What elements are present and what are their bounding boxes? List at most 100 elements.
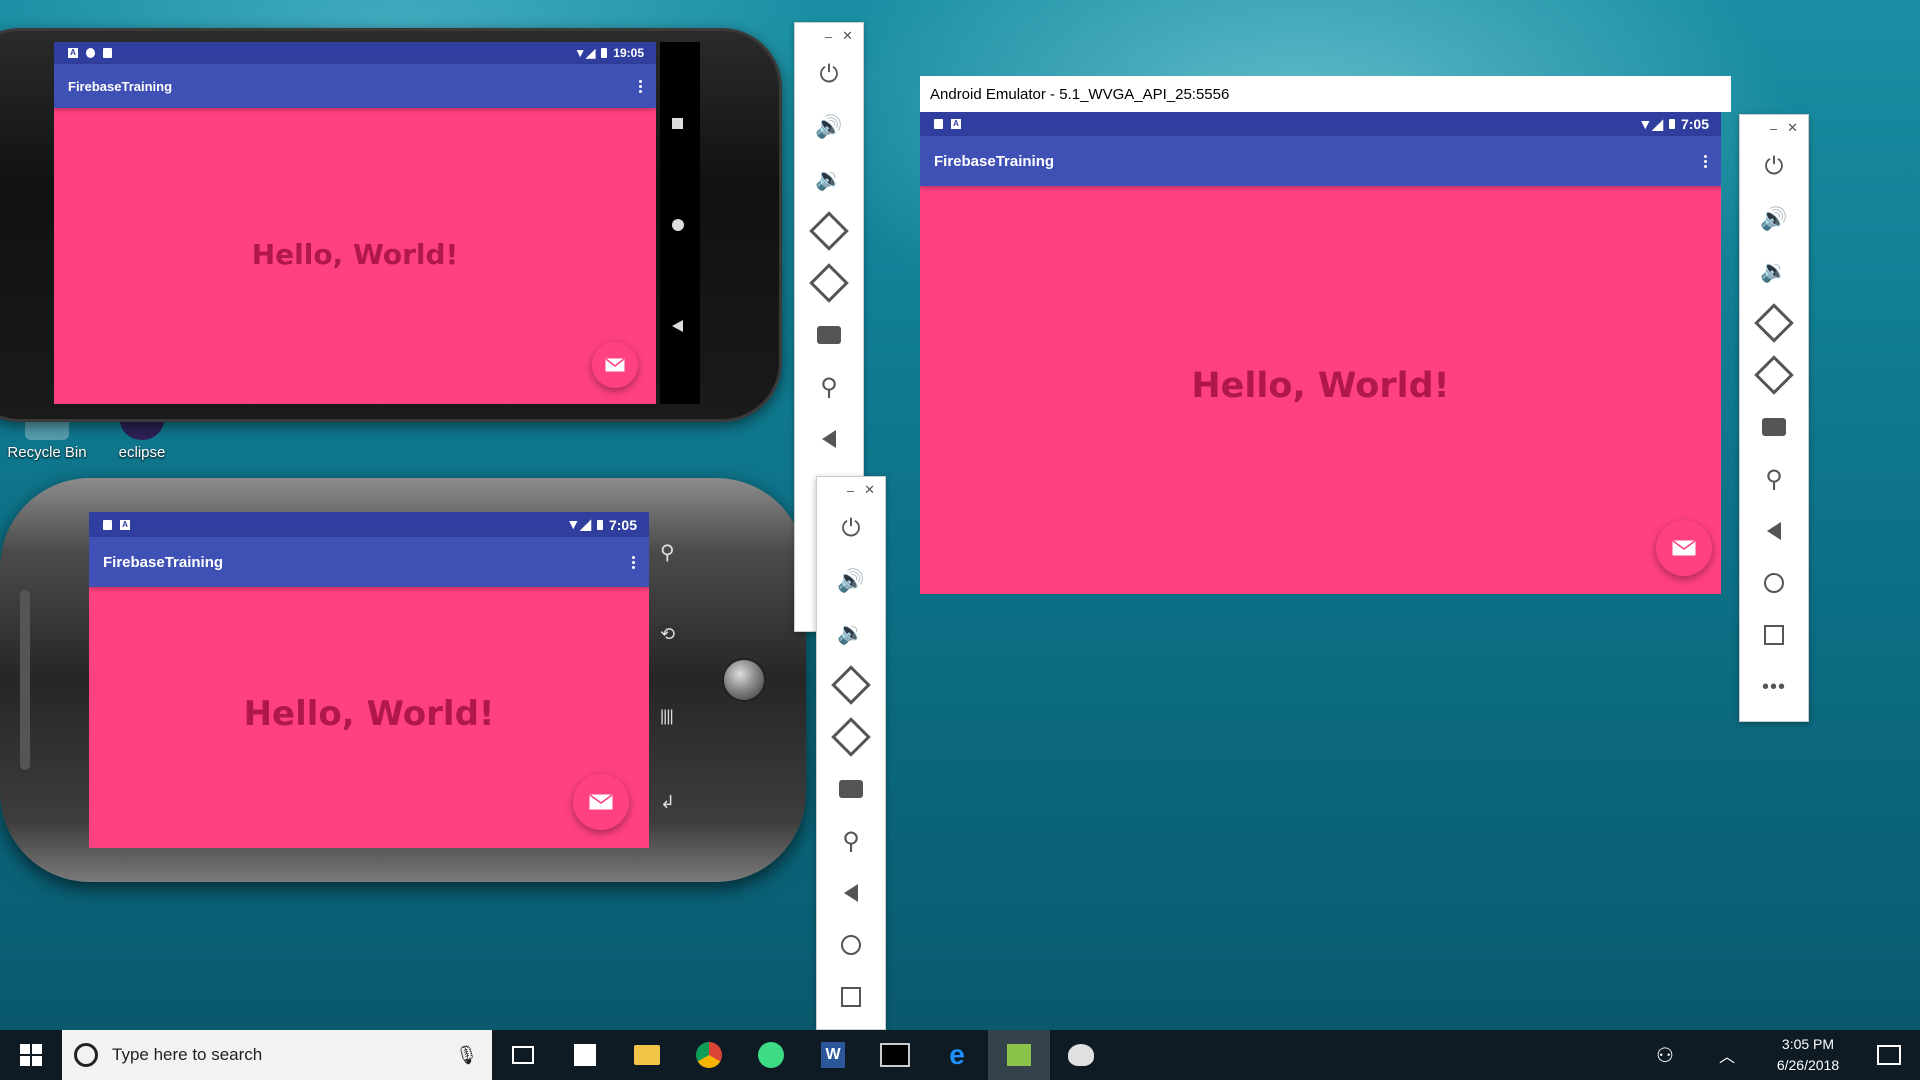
status-time: 7:05 xyxy=(608,516,637,533)
action-center-button[interactable] xyxy=(1858,1030,1920,1080)
chrome-icon xyxy=(696,1042,722,1068)
home-icon xyxy=(841,935,861,955)
zoom-button[interactable]: ⚲ xyxy=(1740,453,1808,505)
taskbar-app-android-studio[interactable] xyxy=(740,1030,802,1080)
mail-icon xyxy=(1672,540,1696,556)
close-button[interactable]: ✕ xyxy=(842,28,853,44)
power-button[interactable]: ⏻ xyxy=(795,49,863,101)
screenshot-button[interactable] xyxy=(1740,401,1808,453)
wifi-icon: ▼◢ xyxy=(1638,115,1663,132)
back-icon xyxy=(844,884,858,902)
minimize-button[interactable]: – xyxy=(847,483,854,498)
status-bar: A ▼◢ 7:05 xyxy=(920,112,1721,136)
power-button[interactable]: ⏻ xyxy=(817,503,885,555)
volume-down-icon: 🔉 xyxy=(1760,258,1788,283)
notification-icon xyxy=(1877,1045,1901,1065)
home-button[interactable] xyxy=(1740,557,1808,609)
overview-button[interactable] xyxy=(817,971,885,1023)
overflow-menu-icon[interactable] xyxy=(632,555,635,569)
back-button[interactable] xyxy=(795,413,863,465)
start-button[interactable] xyxy=(0,1030,62,1080)
back-icon xyxy=(822,430,836,448)
minimize-button[interactable]: – xyxy=(1770,121,1777,136)
screenshot-button[interactable] xyxy=(795,309,863,361)
volume-up-button[interactable]: 🔊 xyxy=(1740,193,1808,245)
home-icon xyxy=(1764,573,1784,593)
overflow-menu-icon[interactable] xyxy=(1704,154,1707,168)
zoom-button[interactable]: ⚲ xyxy=(817,815,885,867)
terminal-icon xyxy=(880,1043,910,1067)
phone-screen[interactable]: A ▼◢ 19:05 FirebaseTraining Hello, World! xyxy=(54,42,656,404)
taskbar-search[interactable]: Type here to search 🎙 xyxy=(62,1030,492,1080)
taskbar-app-paint[interactable] xyxy=(1050,1030,1112,1080)
rotate-left-button[interactable] xyxy=(1740,297,1808,349)
camera-icon xyxy=(817,326,841,344)
back-key-icon[interactable]: ⟲ xyxy=(660,624,686,650)
microphone-icon[interactable]: 🎙 xyxy=(455,1045,478,1066)
taskbar-app-chrome[interactable] xyxy=(678,1030,740,1080)
volume-down-button[interactable]: 🔉 xyxy=(1740,245,1808,297)
fab-email-button[interactable] xyxy=(1656,520,1712,576)
fab-email-button[interactable] xyxy=(592,342,638,388)
zoom-button[interactable]: ⚲ xyxy=(795,361,863,413)
zoom-icon: ⚲ xyxy=(842,827,860,855)
taskbar-app-emulator[interactable] xyxy=(988,1030,1050,1080)
rotate-left-button[interactable] xyxy=(817,659,885,711)
more-icon: ••• xyxy=(1761,675,1786,698)
home-key-icon[interactable]: ↲ xyxy=(660,792,686,818)
home-button[interactable] xyxy=(817,919,885,971)
status-time: 19:05 xyxy=(613,46,644,60)
battery-icon xyxy=(596,519,603,530)
volume-down-button[interactable]: 🔉 xyxy=(817,607,885,659)
battery-icon xyxy=(601,48,608,58)
volume-down-button[interactable]: 🔉 xyxy=(795,153,863,205)
close-button[interactable]: ✕ xyxy=(864,482,875,498)
emulator-window-titlebar[interactable]: Android Emulator - 5.1_WVGA_API_25:5556 xyxy=(920,76,1731,112)
trackball-button[interactable] xyxy=(722,658,766,702)
emulator-screen[interactable]: A ▼◢ 7:05 FirebaseTraining Hello, World! xyxy=(920,112,1721,594)
home-icon[interactable] xyxy=(672,219,684,231)
status-bar: A ▼◢ 7:05 xyxy=(89,512,649,537)
overview-button[interactable] xyxy=(1740,609,1808,661)
app-title: FirebaseTraining xyxy=(934,152,1055,170)
power-button[interactable]: ⏻ xyxy=(1740,141,1808,193)
zoom-icon: ⚲ xyxy=(820,373,838,401)
notification-icon: A xyxy=(120,519,130,530)
power-icon: ⏻ xyxy=(841,515,861,542)
toolbar-header: – ✕ xyxy=(1740,115,1808,141)
rotate-right-button[interactable] xyxy=(795,257,863,309)
minimize-button[interactable]: – xyxy=(825,29,832,44)
taskbar-clock[interactable]: 3:05 PM 6/26/2018 xyxy=(1758,1034,1858,1076)
show-hidden-icons-button[interactable]: ︿ xyxy=(1696,1030,1758,1080)
volume-down-icon: 🔉 xyxy=(815,166,843,191)
close-button[interactable]: ✕ xyxy=(1787,120,1798,136)
taskbar-app-sticky-notes[interactable] xyxy=(554,1030,616,1080)
screenshot-button[interactable] xyxy=(817,763,885,815)
paint-icon xyxy=(1068,1044,1094,1066)
overview-icon[interactable] xyxy=(672,118,683,129)
taskbar-app-terminal[interactable] xyxy=(864,1030,926,1080)
back-button[interactable] xyxy=(817,867,885,919)
rotate-left-button[interactable] xyxy=(795,205,863,257)
rotate-right-button[interactable] xyxy=(817,711,885,763)
rotate-right-button[interactable] xyxy=(1740,349,1808,401)
taskbar-app-edge[interactable]: e xyxy=(926,1030,988,1080)
volume-up-button[interactable]: 🔊 xyxy=(817,555,885,607)
task-view-button[interactable] xyxy=(492,1030,554,1080)
menu-key-icon[interactable]: |||| xyxy=(660,708,686,734)
back-button[interactable] xyxy=(1740,505,1808,557)
overflow-menu-icon[interactable] xyxy=(639,79,642,93)
fab-email-button[interactable] xyxy=(573,774,629,830)
volume-up-button[interactable]: 🔊 xyxy=(795,101,863,153)
status-bar: A ▼◢ 19:05 xyxy=(54,42,656,64)
task-view-icon xyxy=(512,1046,534,1064)
people-button[interactable]: ⚇ xyxy=(1634,1030,1696,1080)
volume-up-icon: 🔊 xyxy=(837,568,865,593)
taskbar-app-file-explorer[interactable] xyxy=(616,1030,678,1080)
more-button[interactable]: ••• xyxy=(1740,661,1808,713)
taskbar-app-word[interactable]: W xyxy=(802,1030,864,1080)
desktop-icon-label: eclipse xyxy=(118,444,166,461)
search-key-icon[interactable]: ⚲ xyxy=(660,540,686,566)
back-icon[interactable] xyxy=(672,320,683,332)
phone-screen[interactable]: A ▼◢ 7:05 FirebaseTraining Hello, World! xyxy=(89,512,649,848)
